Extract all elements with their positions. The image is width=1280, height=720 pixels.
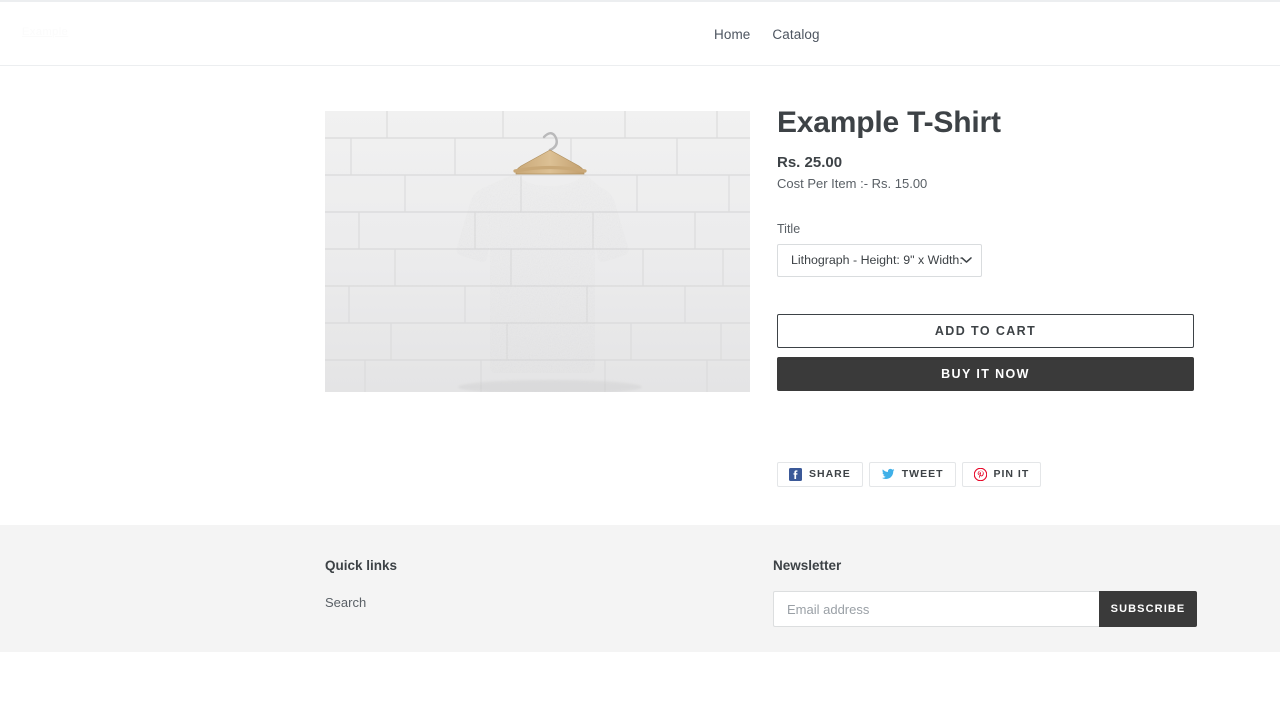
- share-facebook-label: SHARE: [809, 468, 851, 481]
- facebook-icon: [789, 467, 802, 481]
- share-pinterest-label: PIN IT: [993, 468, 1030, 481]
- twitter-icon: [881, 468, 895, 481]
- share-pinterest-button[interactable]: PIN IT: [961, 461, 1042, 487]
- footer-newsletter: Newsletter SUBSCRIBE: [773, 558, 1197, 627]
- quick-links-title: Quick links: [325, 558, 398, 573]
- site-header: Example Home Catalog: [0, 0, 1280, 66]
- variant-select[interactable]: Lithograph - Height: 9" x Width:: [777, 243, 982, 277]
- share-facebook-button[interactable]: SHARE: [777, 461, 863, 487]
- variant-select-value: Lithograph - Height: 9" x Width:: [791, 253, 963, 268]
- newsletter-form: SUBSCRIBE: [773, 591, 1197, 627]
- add-to-cart-button[interactable]: ADD TO CART: [777, 313, 1194, 348]
- product-price: Rs. 25.00: [777, 153, 843, 171]
- cost-per-item: Cost Per Item :- Rs. 15.00: [777, 175, 928, 191]
- product-page-main: Example T-Shirt Rs. 25.00 Cost Per Item …: [0, 66, 1280, 525]
- product-image[interactable]: [325, 111, 750, 392]
- variant-option-label: Title: [777, 221, 801, 236]
- newsletter-subscribe-button[interactable]: SUBSCRIBE: [1099, 591, 1197, 627]
- share-twitter-button[interactable]: TWEET: [868, 461, 956, 487]
- product-title: Example T-Shirt: [777, 106, 1001, 139]
- share-twitter-label: TWEET: [901, 468, 944, 481]
- variant-select-wrapper[interactable]: Lithograph - Height: 9" x Width:: [777, 243, 982, 277]
- social-share-row: SHARE TWEET PIN IT: [777, 461, 1194, 487]
- site-footer: Quick links Search Newsletter SUBSCRIBE: [0, 525, 1280, 652]
- main-navigation: Home Catalog: [714, 2, 820, 66]
- footer-link-search[interactable]: Search: [325, 595, 366, 610]
- newsletter-title: Newsletter: [773, 558, 842, 573]
- product-details: Example T-Shirt Rs. 25.00 Cost Per Item …: [777, 106, 1194, 487]
- nav-link-home[interactable]: Home: [714, 27, 750, 42]
- page-bottom-spacer: [0, 652, 1280, 720]
- newsletter-email-input[interactable]: [773, 591, 1099, 627]
- footer-quick-links: Quick links Search: [325, 558, 705, 612]
- buy-it-now-button[interactable]: BUY IT NOW: [777, 356, 1194, 391]
- site-logo[interactable]: Example: [22, 26, 68, 38]
- pinterest-icon: [973, 467, 987, 481]
- nav-link-catalog[interactable]: Catalog: [772, 27, 819, 42]
